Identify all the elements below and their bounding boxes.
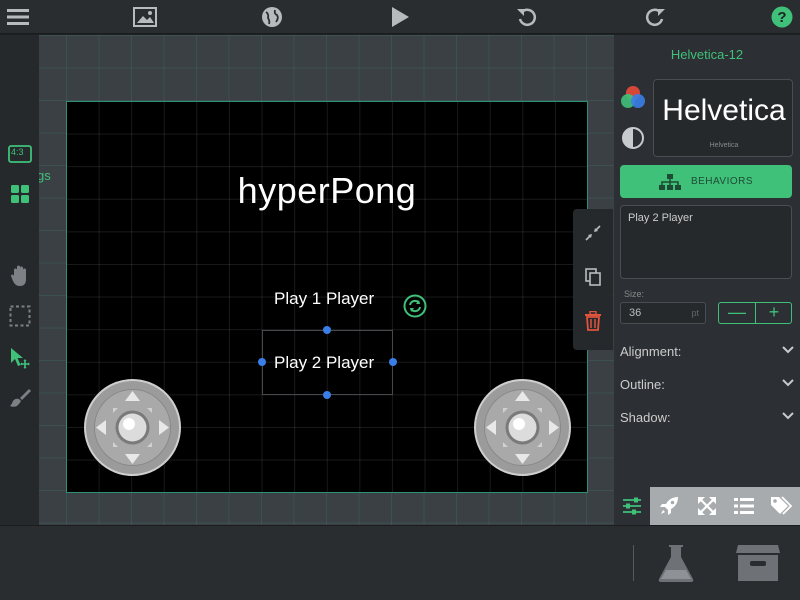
undo-icon[interactable] (515, 5, 539, 29)
alignment-label: Alignment: (620, 344, 682, 359)
globe-icon[interactable] (260, 5, 284, 29)
scene-workspace[interactable]: gs hyperPong Play 1 Player Play 2 Player (39, 35, 614, 525)
help-icon[interactable]: ? (770, 5, 794, 29)
brush-icon[interactable] (7, 385, 33, 411)
grid-icon[interactable] (7, 181, 33, 207)
chevron-down-icon (782, 412, 794, 420)
hand-icon[interactable] (7, 263, 33, 289)
image-icon[interactable] (133, 5, 157, 29)
chevron-down-icon (782, 379, 794, 387)
font-preview-text: Helvetica (662, 94, 786, 127)
help-label: ? (777, 9, 786, 26)
resize-handle-bottom[interactable] (323, 391, 331, 399)
tags-icon[interactable] (763, 487, 799, 525)
game-title-text[interactable]: hyperPong (67, 170, 587, 212)
rocket-icon[interactable] (651, 487, 687, 525)
redo-icon[interactable] (643, 5, 667, 29)
size-stepper: — + (718, 302, 792, 324)
bottom-divider (633, 545, 634, 581)
play-2-player-text[interactable]: Play 2 Player (274, 353, 374, 373)
font-preview[interactable]: Helvetica Helvetica (653, 79, 793, 157)
left-toolbar: 4:3 (0, 35, 39, 525)
size-increase-button[interactable]: + (756, 303, 792, 323)
inspector-title: Helvetica-12 (670, 47, 744, 62)
collapse-icon[interactable] (582, 222, 604, 244)
resize-handle-right[interactable] (389, 358, 397, 366)
bottom-tray (0, 525, 800, 600)
size-decrease-button[interactable]: — (719, 303, 755, 323)
aspect-ratio-icon[interactable]: 4:3 (7, 141, 33, 167)
play-icon[interactable] (388, 5, 412, 29)
duplicate-icon[interactable] (582, 266, 604, 288)
shadow-label: Shadow: (620, 410, 671, 425)
size-label: Size: (624, 289, 645, 299)
trash-icon[interactable] (582, 310, 604, 332)
resize-handle-top[interactable] (323, 326, 331, 334)
font-preview-caption: Helvetica (709, 142, 739, 149)
behaviors-label: BEHAVIORS (690, 176, 754, 187)
aspect-ratio-label: 4:3 (11, 147, 24, 157)
pointer-move-icon[interactable] (7, 345, 33, 371)
size-unit: pt (691, 308, 699, 318)
play-1-player-text[interactable]: Play 1 Player (274, 289, 374, 309)
shadow-section[interactable]: Shadow: (620, 409, 794, 427)
size-input[interactable]: 36 pt (620, 302, 706, 324)
archive-box-icon[interactable] (735, 540, 781, 586)
hierarchy-icon (658, 173, 681, 190)
marquee-select-icon[interactable] (7, 303, 33, 329)
flask-icon[interactable] (653, 540, 699, 586)
size-value: 36 (629, 307, 642, 319)
workspace-partial-label: gs (39, 168, 51, 183)
object-actions-panel (573, 209, 613, 350)
list-icon[interactable] (726, 487, 762, 525)
alignment-section[interactable]: Alignment: (620, 343, 794, 361)
chevron-down-icon (782, 346, 794, 354)
inspector-tabs (614, 487, 800, 525)
game-scene[interactable]: hyperPong Play 1 Player Play 2 Player (66, 101, 588, 493)
color-picker-icon[interactable] (620, 84, 646, 110)
inspector-panel: Helvetica-12 Helvetica Helvetica BEHAVIO… (614, 35, 800, 525)
top-toolbar: ? (0, 0, 800, 34)
resize-handle-left[interactable] (258, 358, 266, 366)
left-joystick[interactable] (84, 379, 181, 476)
rotate-handle-icon[interactable] (403, 294, 427, 318)
behaviors-button[interactable]: BEHAVIORS (620, 165, 792, 198)
menu-icon[interactable] (6, 5, 30, 29)
opacity-icon[interactable] (621, 126, 645, 150)
expand-icon[interactable] (689, 487, 725, 525)
sliders-icon[interactable] (614, 487, 650, 525)
outline-label: Outline: (620, 377, 665, 392)
outline-section[interactable]: Outline: (620, 376, 794, 394)
right-joystick[interactable] (474, 379, 571, 476)
text-content-field[interactable]: Play 2 Player (620, 205, 792, 279)
